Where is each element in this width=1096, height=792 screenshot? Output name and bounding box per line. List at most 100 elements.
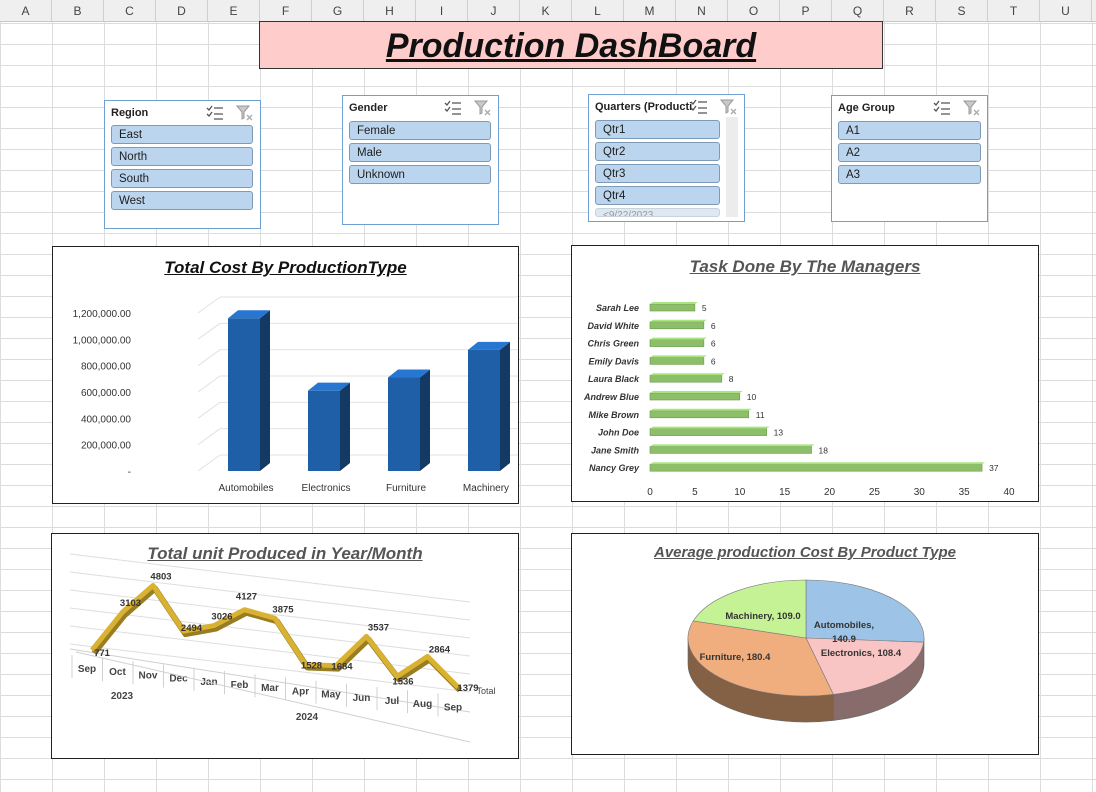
bar-electronics[interactable] <box>308 382 350 471</box>
column-header-c[interactable]: C <box>104 0 156 21</box>
x-tick-label: 15 <box>779 487 791 498</box>
bar-manager[interactable] <box>649 408 752 419</box>
bar-manager[interactable] <box>649 373 725 383</box>
bar-manager[interactable] <box>649 355 707 365</box>
multi-select-icon[interactable] <box>690 99 708 115</box>
bar-fill <box>649 357 705 365</box>
x-tick-label: 20 <box>824 487 836 498</box>
data-label: Furniture, 180.4 <box>700 652 771 663</box>
clear-filter-icon[interactable] <box>962 100 981 116</box>
month-label: Apr <box>292 686 309 697</box>
data-label: 140.9 <box>832 634 856 645</box>
legend-total: Total <box>476 686 495 696</box>
total-cost-chart[interactable]: Total Cost By ProductionType 1,200,000.0… <box>52 246 519 504</box>
manager-label: Andrew Blue <box>583 392 639 402</box>
quarters-slicer[interactable]: Quarters (Producti... Qtr1 Qtr2 Qtr3 Qtr… <box>588 94 745 222</box>
quarter-item-qtr1[interactable]: Qtr1 <box>595 120 720 139</box>
gender-slicer[interactable]: Gender Female Male Unknown <box>342 95 499 225</box>
column-header-a[interactable]: A <box>0 0 52 21</box>
quarter-item-qtr4[interactable]: Qtr4 <box>595 186 720 205</box>
slicer-scrollbar[interactable] <box>726 117 738 217</box>
column-header-t[interactable]: T <box>988 0 1040 21</box>
manager-label: Sarah Lee <box>596 303 639 313</box>
gender-item-unknown[interactable]: Unknown <box>349 165 491 184</box>
manager-label: David White <box>587 321 639 331</box>
x-tick-label: 35 <box>959 487 971 498</box>
column-header-k[interactable]: K <box>520 0 572 21</box>
value-label: 3875 <box>272 604 294 615</box>
bar-fill <box>649 321 705 330</box>
value-label: 6 <box>711 321 716 331</box>
age-group-item-a2[interactable]: A2 <box>838 143 981 162</box>
value-label: 771 <box>94 648 111 659</box>
bar-machinery[interactable] <box>468 341 510 471</box>
pie-slice-automobiles[interactable] <box>805 579 925 643</box>
bar-manager[interactable] <box>649 391 743 401</box>
column-header-h[interactable]: H <box>364 0 416 21</box>
bar-top <box>650 373 725 376</box>
bar-fill <box>649 410 750 419</box>
clear-filter-icon[interactable] <box>473 100 492 116</box>
quarter-item-qtr3[interactable]: Qtr3 <box>595 164 720 183</box>
bar-manager[interactable] <box>649 302 698 312</box>
x-tick-label: Automobiles <box>218 483 273 494</box>
bar-manager[interactable] <box>649 426 770 436</box>
column-header-i[interactable]: I <box>416 0 468 21</box>
column-header-s[interactable]: S <box>936 0 988 21</box>
column-header-n[interactable]: N <box>676 0 728 21</box>
region-item-east[interactable]: East <box>111 125 253 144</box>
clear-filter-icon[interactable] <box>719 99 738 115</box>
region-item-south[interactable]: South <box>111 169 253 188</box>
column-header-q[interactable]: Q <box>832 0 884 21</box>
column-header-l[interactable]: L <box>572 0 624 21</box>
bar-automobiles[interactable] <box>228 310 270 471</box>
gender-item-female[interactable]: Female <box>349 121 491 140</box>
gender-slicer-title: Gender <box>349 102 388 114</box>
column-header-u[interactable]: U <box>1040 0 1092 21</box>
quarter-item-qtr2[interactable]: Qtr2 <box>595 142 720 161</box>
year-label-2023: 2023 <box>111 691 134 702</box>
bar-furniture[interactable] <box>388 369 430 471</box>
column-header-o[interactable]: O <box>728 0 780 21</box>
column-header-d[interactable]: D <box>156 0 208 21</box>
bar-manager[interactable] <box>649 319 707 330</box>
dashboard-title: Production DashBoard <box>385 27 757 65</box>
bar-fill <box>649 446 812 454</box>
multi-select-icon[interactable] <box>444 100 462 116</box>
gender-item-male[interactable]: Male <box>349 143 491 162</box>
average-cost-chart[interactable]: Average production Cost By Product Type … <box>571 533 1039 755</box>
month-label: Jul <box>385 696 400 707</box>
value-label: 6 <box>711 356 716 366</box>
region-slicer-header: Region <box>111 105 254 123</box>
column-header-p[interactable]: P <box>780 0 832 21</box>
column-header-j[interactable]: J <box>468 0 520 21</box>
bar-manager[interactable] <box>649 462 986 472</box>
region-item-west[interactable]: West <box>111 191 253 210</box>
manager-tasks-chart[interactable]: Task Done By The Managers Sarah Lee 5 Davi… <box>571 245 1039 502</box>
units-produced-chart[interactable]: Total unit Produced in Year/Month 771 310… <box>51 533 519 759</box>
column-header-g[interactable]: G <box>312 0 364 21</box>
bar-manager[interactable] <box>649 444 815 454</box>
column-header-m[interactable]: M <box>624 0 676 21</box>
column-header-e[interactable]: E <box>208 0 260 21</box>
age-group-item-a3[interactable]: A3 <box>838 165 981 184</box>
value-label: 1379 <box>457 683 478 694</box>
multi-select-icon[interactable] <box>206 105 224 121</box>
age-group-slicer[interactable]: Age Group A1 A2 A3 <box>831 95 988 222</box>
x-tick-label: Machinery <box>463 483 509 494</box>
bar-manager[interactable] <box>649 337 707 347</box>
age-group-slicer-header: Age Group <box>838 100 981 118</box>
column-header-r[interactable]: R <box>884 0 936 21</box>
dashboard-title-box[interactable]: Production DashBoard <box>259 21 883 69</box>
region-slicer[interactable]: Region East North South West <box>104 100 261 229</box>
quarter-item-early-date[interactable]: <9/22/2023 <box>595 208 720 217</box>
column-header-f[interactable]: F <box>260 0 312 21</box>
clear-filter-icon[interactable] <box>235 105 254 121</box>
value-label: 6 <box>711 339 716 349</box>
region-item-north[interactable]: North <box>111 147 253 166</box>
value-label: 2864 <box>429 644 451 655</box>
units-produced-plot: 771 3103 4803 2494 3026 4127 3875 1528 1684 3537 1… <box>69 553 496 743</box>
column-header-b[interactable]: B <box>52 0 104 21</box>
age-group-item-a1[interactable]: A1 <box>838 121 981 140</box>
multi-select-icon[interactable] <box>933 100 951 116</box>
